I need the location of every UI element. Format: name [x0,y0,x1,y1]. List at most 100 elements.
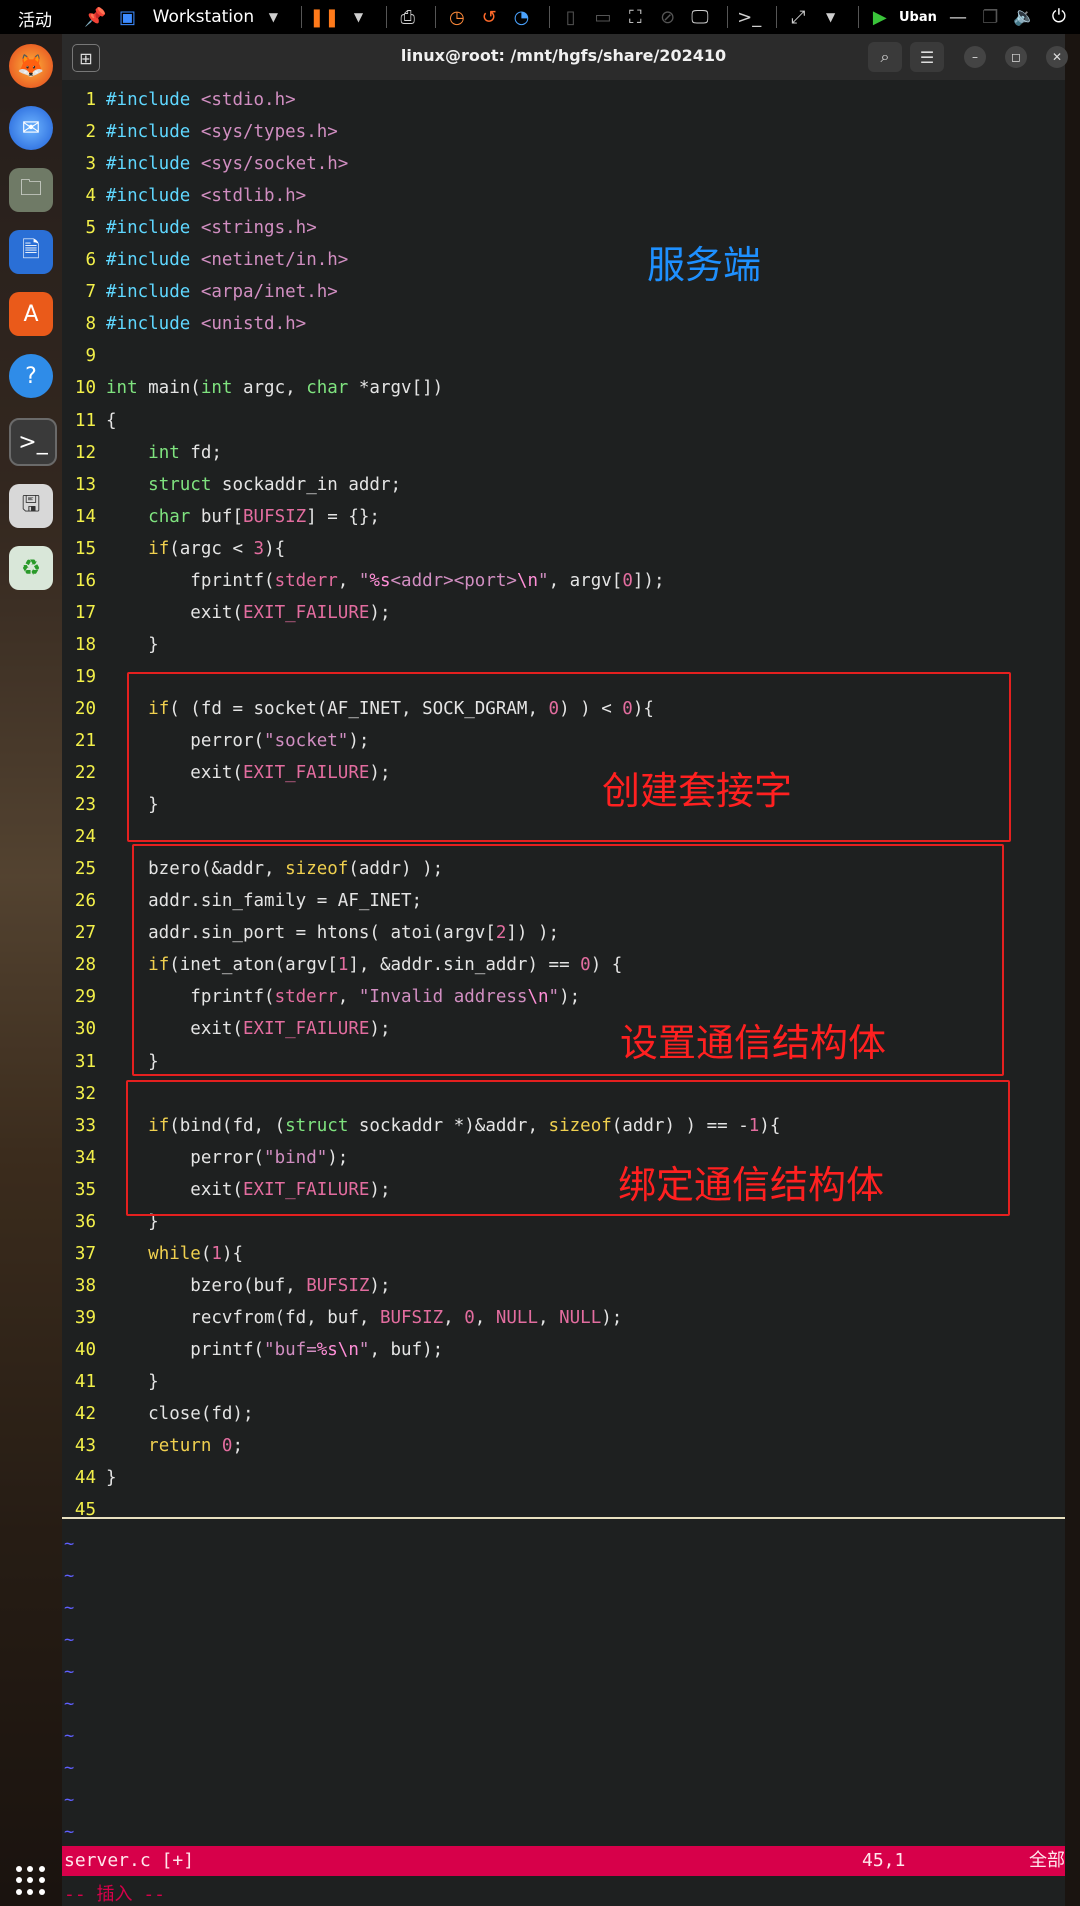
revert-snapshot-icon[interactable]: ↺ [476,3,502,31]
close-button[interactable]: ✕ [1046,46,1068,68]
code-line[interactable]: 41 } [62,1366,1065,1398]
vim-status-bar: server.c [+] 45,1 全部 [62,1846,1065,1876]
code-line[interactable]: 9 [62,340,1065,372]
code-line[interactable]: 42 close(fd); [62,1398,1065,1430]
snapshot-manager-icon[interactable]: ◔ [508,3,534,31]
writer-icon[interactable]: 🗎 [9,230,53,274]
help-icon[interactable]: ? [9,354,53,398]
toolbar-divider [857,6,859,28]
line-number: 14 [74,506,96,527]
toolbar-divider [548,6,550,28]
code-line[interactable]: 3 #include <sys/socket.h> [62,148,1065,180]
line-number: 26 [74,891,96,912]
menu-button[interactable]: ☰ [910,42,944,72]
pause-icon[interactable]: ❚❚ [309,3,339,31]
display-icon[interactable]: 🖵 [687,3,713,31]
line-number: 28 [74,955,96,976]
code-line[interactable]: 45 [62,1494,1065,1526]
line-number: 8 [85,314,96,335]
code-line[interactable]: 2 #include <sys/types.h> [62,116,1065,148]
power-icon[interactable]: ⏻ [1052,6,1066,27]
restore-icon[interactable]: ❐ [977,3,1003,31]
line-number: 23 [74,795,96,816]
code-line[interactable]: 14 char buf[BUFSIZ] = {}; [62,501,1065,533]
code-line[interactable]: 16 fprintf(stderr, "%s<addr><port>\n", a… [62,565,1065,597]
firefox-icon[interactable]: 🦊 [9,44,53,88]
search-icon: ⌕ [880,47,890,66]
line-number: 45 [74,1500,96,1521]
line-number: 15 [74,538,96,559]
line-number: 24 [74,827,96,848]
toolbar-divider [300,6,302,28]
code-line[interactable]: 37 while(1){ [62,1238,1065,1270]
line-number: 31 [74,1051,96,1072]
thunderbird-icon[interactable]: ✉ [9,106,53,150]
code-line[interactable]: 40 printf("buf=%s\n", buf); [62,1334,1065,1366]
code-line[interactable]: 39 recvfrom(fd, buf, BUFSIZ, 0, NULL, NU… [62,1302,1065,1334]
tilde-line: ~ [64,1598,75,1619]
app-center-icon[interactable]: A [9,292,53,336]
line-number: 20 [74,698,96,719]
thumbnail-icon[interactable]: ▭ [590,3,616,31]
line-number: 17 [74,602,96,623]
search-button[interactable]: ⌕ [868,42,902,72]
fullscreen-icon[interactable]: ⛶ [622,3,648,31]
tilde-line: ~ [64,1790,75,1811]
code-line[interactable]: 6 #include <netinet/in.h> [62,244,1065,276]
code-line[interactable]: 44} [62,1462,1065,1494]
activities-button[interactable]: 活动 [18,6,52,31]
code-line[interactable]: 4 #include <stdlib.h> [62,180,1065,212]
chevron-down-icon[interactable]: ▼ [345,3,371,31]
pin-icon[interactable]: 📌 [82,3,108,31]
line-number: 5 [85,218,96,239]
minimize-icon[interactable]: — [945,3,971,31]
code-line[interactable]: 15 if(argc < 3){ [62,533,1065,565]
code-line[interactable]: 43 return 0; [62,1430,1065,1462]
code-line[interactable]: 5 #include <strings.h> [62,212,1065,244]
line-number: 7 [85,282,96,303]
code-line[interactable]: 17 exit(EXIT_FAILURE); [62,597,1065,629]
line-number: 1 [85,90,96,110]
code-line[interactable]: 13 struct sockaddr_in addr; [62,469,1065,501]
app-grid-icon[interactable] [16,1866,46,1896]
code-line[interactable]: 12 int fd; [62,437,1065,469]
annotation-box-create-socket [127,672,1011,842]
console-icon[interactable]: >_ [736,3,762,31]
code-text: printf("buf=%s\n", buf); [106,1339,444,1360]
code-text: int main(int argc, char *argv[]) [106,378,444,399]
tilde-line: ~ [64,1822,75,1843]
annotation-create-socket: 创建套接字 [602,769,793,813]
tilde-line: ~ [64,1534,75,1554]
chevron-down-icon[interactable]: ▼ [818,3,844,31]
vmware-logo-icon: ▣ [118,6,136,28]
save-disk-icon[interactable]: 🖫 [9,484,53,528]
minimize-button[interactable]: – [964,46,986,68]
maximize-button[interactable]: ◻ [1005,46,1027,68]
cursor-line [62,1517,1065,1519]
code-line[interactable]: 8 #include <unistd.h> [62,308,1065,340]
sidebar-toggle-icon[interactable]: ▯ [558,3,584,31]
vm-tab-label[interactable]: Uban [899,10,937,25]
code-line[interactable]: 11 { [62,405,1065,437]
terminal-window: ⊞ linux@root: /mnt/hgfs/share/202410 ⌕ ☰… [62,34,1068,1906]
line-number: 6 [85,250,96,271]
code-text: if(argc < 3){ [148,538,286,559]
code-line[interactable]: 18 } [62,629,1065,661]
line-number: 43 [74,1436,96,1457]
volume-icon[interactable]: 🔈 [1013,6,1035,27]
code-text: #include <stdlib.h> [106,186,307,207]
code-line[interactable]: 38 bzero(buf, BUFSIZ); [62,1270,1065,1302]
snapshot-icon[interactable]: ◷ [444,3,470,31]
code-line[interactable]: 1 #include <stdio.h> [62,84,1065,116]
send-keys-icon[interactable]: ⎙ [395,3,421,31]
trash-icon[interactable]: ♻ [9,546,53,590]
files-icon[interactable]: 🗀 [9,168,53,212]
chevron-down-icon[interactable]: ▼ [260,3,286,31]
code-line[interactable]: 10 int main(int argc, char *argv[]) [62,372,1065,404]
stretch-icon[interactable]: ⤢ [785,3,811,31]
unity-icon[interactable]: ⊘ [655,3,681,31]
terminal-icon[interactable]: >_ [9,418,57,466]
tilde-line: ~ [64,1726,75,1747]
code-line[interactable]: 7 #include <arpa/inet.h> [62,276,1065,308]
vm-tab-icon[interactable]: ▶ [867,3,893,31]
